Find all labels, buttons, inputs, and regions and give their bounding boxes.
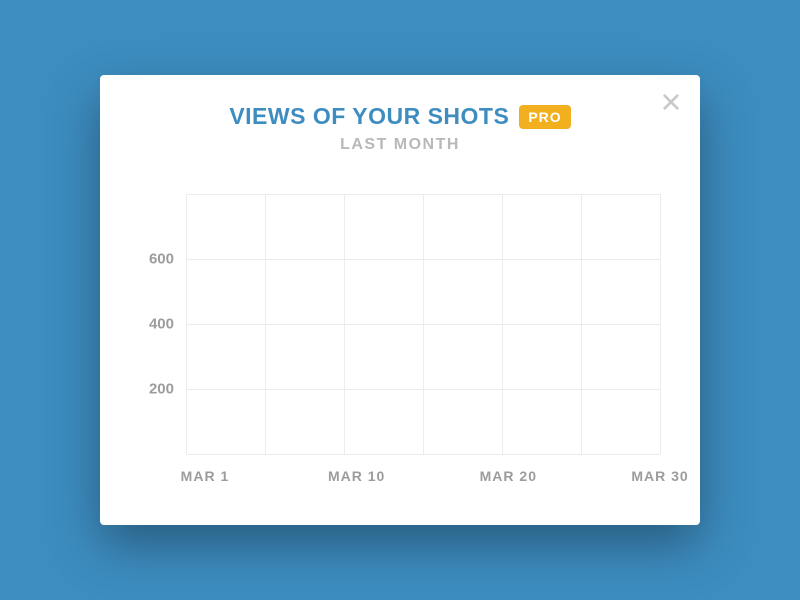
close-icon xyxy=(662,93,680,111)
x-tick: MAR 10 xyxy=(328,468,385,484)
grid-line-v xyxy=(265,194,266,454)
title-row: VIEWS OF YOUR SHOTS PRO xyxy=(140,103,660,130)
grid-line-v xyxy=(581,194,582,454)
y-axis: 600 400 200 xyxy=(140,194,186,454)
grid-line-v xyxy=(660,194,661,454)
grid-line-v xyxy=(502,194,503,454)
y-tick: 400 xyxy=(149,316,174,333)
grid-line-v xyxy=(423,194,424,454)
close-button[interactable] xyxy=(660,91,682,113)
grid-line-v xyxy=(344,194,345,454)
grid-line-h xyxy=(186,454,660,455)
y-tick: 600 xyxy=(149,251,174,268)
x-tick: MAR 1 xyxy=(181,468,230,484)
pro-badge: PRO xyxy=(519,105,570,129)
card-subtitle: LAST MONTH xyxy=(140,136,660,154)
card-header: VIEWS OF YOUR SHOTS PRO LAST MONTH xyxy=(140,103,660,154)
y-tick: 200 xyxy=(149,381,174,398)
chart-area: 600 400 200 MAR 1 MAR 10 MAR 20 MAR 30 xyxy=(140,194,660,474)
x-tick: MAR 20 xyxy=(480,468,537,484)
grid-line-v xyxy=(186,194,187,454)
x-tick: MAR 30 xyxy=(631,468,688,484)
x-axis: MAR 1 MAR 10 MAR 20 MAR 30 xyxy=(186,468,660,488)
chart-grid: MAR 1 MAR 10 MAR 20 MAR 30 xyxy=(186,194,660,454)
card-title: VIEWS OF YOUR SHOTS xyxy=(229,103,509,130)
stats-card: VIEWS OF YOUR SHOTS PRO LAST MONTH 600 4… xyxy=(100,75,700,525)
